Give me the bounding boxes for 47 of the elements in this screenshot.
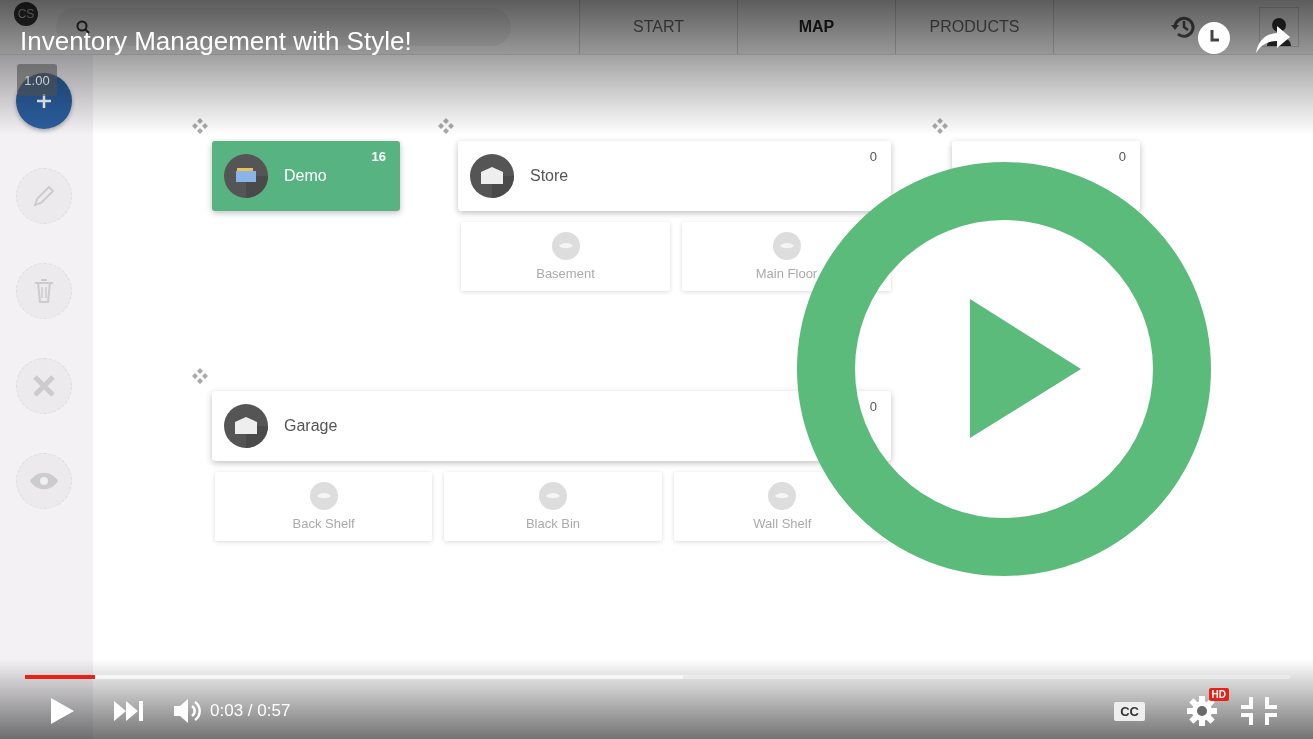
speed-badge: 1.00 bbox=[17, 64, 57, 96]
location-name: Store bbox=[530, 167, 570, 185]
search-icon bbox=[76, 20, 90, 34]
captions-button[interactable]: CC bbox=[1114, 701, 1145, 721]
pencil-icon bbox=[31, 183, 57, 209]
play-icon[interactable] bbox=[50, 698, 74, 724]
sub-location-card[interactable]: Back Shelf bbox=[215, 472, 433, 541]
drag-handle-icon[interactable] bbox=[192, 118, 208, 134]
bin-icon bbox=[309, 482, 338, 510]
drag-handle-icon[interactable] bbox=[932, 118, 948, 134]
hd-badge: HD bbox=[1208, 688, 1229, 701]
video-title[interactable]: Inventory Management with Style! bbox=[20, 28, 412, 54]
sub-location-card[interactable]: Basement bbox=[461, 222, 670, 291]
item-count: 0 bbox=[1118, 149, 1126, 164]
item-count: 16 bbox=[371, 149, 386, 164]
exit-fullscreen-icon[interactable] bbox=[1241, 697, 1277, 725]
drag-handle-icon[interactable] bbox=[438, 118, 454, 134]
item-count: 0 bbox=[869, 149, 877, 164]
add-button[interactable] bbox=[16, 73, 72, 129]
bin-icon bbox=[539, 482, 567, 510]
building-icon bbox=[470, 154, 514, 198]
trash-icon bbox=[32, 278, 56, 304]
nav-tab[interactable]: PRODUCTS bbox=[895, 0, 1054, 54]
user-avatar[interactable]: CS bbox=[14, 2, 38, 26]
building-icon bbox=[224, 154, 268, 198]
bin-icon bbox=[772, 232, 801, 260]
time-display: 0:03 / 0:57 bbox=[210, 701, 291, 721]
close-icon bbox=[32, 374, 56, 398]
next-icon[interactable] bbox=[114, 701, 144, 721]
drag-handle-icon[interactable] bbox=[192, 368, 208, 384]
bin-icon bbox=[551, 232, 580, 260]
nav-tab[interactable]: START bbox=[579, 0, 737, 54]
building-icon bbox=[224, 404, 268, 448]
bin-icon bbox=[768, 482, 797, 510]
volume-icon[interactable] bbox=[174, 698, 202, 724]
location-name: Demo bbox=[284, 167, 328, 185]
location-card[interactable]: Store 0 bbox=[458, 141, 891, 211]
location-card[interactable]: Garage 0 bbox=[212, 391, 891, 461]
watch-later-icon[interactable] bbox=[1197, 21, 1231, 55]
plus-icon bbox=[36, 93, 52, 109]
nav-tab[interactable]: MAP bbox=[737, 0, 895, 54]
item-count: 0 bbox=[869, 399, 877, 414]
eye-icon bbox=[29, 472, 59, 490]
share-icon[interactable] bbox=[1255, 24, 1291, 54]
location-name: Garage bbox=[284, 417, 339, 435]
location-card[interactable]: Demo 16 bbox=[212, 141, 400, 211]
sub-location-card[interactable]: Black Bin bbox=[444, 472, 662, 541]
